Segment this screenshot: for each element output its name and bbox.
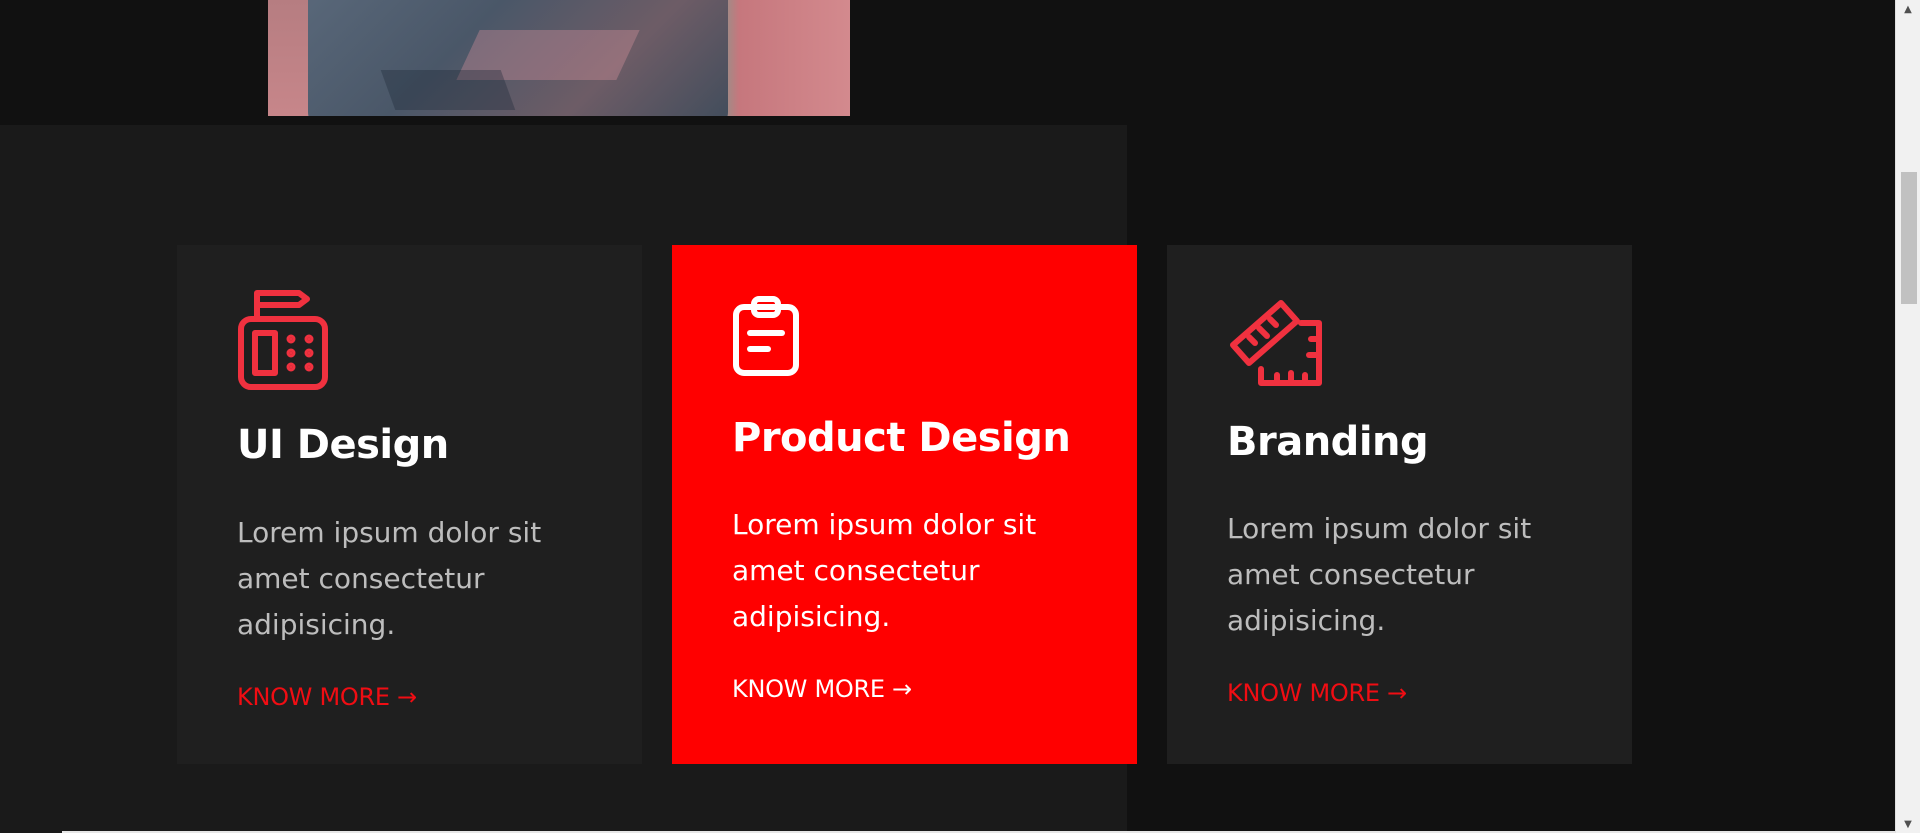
clipboard-icon [732,295,800,381]
cash-register-icon [237,289,329,395]
service-description: Lorem ipsum dolor sit amet consectetur a… [1227,512,1532,637]
service-title: UI Design [237,422,449,468]
service-description: Lorem ipsum dolor sit amet consectetur a… [732,508,1037,633]
service-title: Product Design [732,415,1071,461]
service-card-ui-design: UI Design Lorem ipsum dolor sit amet con… [177,245,642,764]
know-more-link[interactable]: KNOW MORE → [237,683,417,711]
scrollbar-thumb[interactable] [1901,172,1917,304]
hero-photo [268,0,850,116]
service-title: Branding [1227,419,1429,465]
scroll-up-arrow-icon[interactable]: ▲ [1896,0,1920,18]
service-card-branding: Branding Lorem ipsum dolor sit amet cons… [1167,245,1632,764]
vertical-scrollbar[interactable]: ▲ ▼ [1895,0,1920,833]
know-more-link[interactable]: KNOW MORE → [732,675,912,703]
ruler-icon [1227,293,1323,393]
page: UI Design Lorem ipsum dolor sit amet con… [0,0,1895,833]
service-description: Lorem ipsum dolor sit amet consectetur a… [237,516,542,641]
know-more-link[interactable]: KNOW MORE → [1227,679,1407,707]
service-card-product-design: Product Design Lorem ipsum dolor sit ame… [672,245,1137,764]
scroll-down-arrow-icon[interactable]: ▼ [1896,815,1920,833]
